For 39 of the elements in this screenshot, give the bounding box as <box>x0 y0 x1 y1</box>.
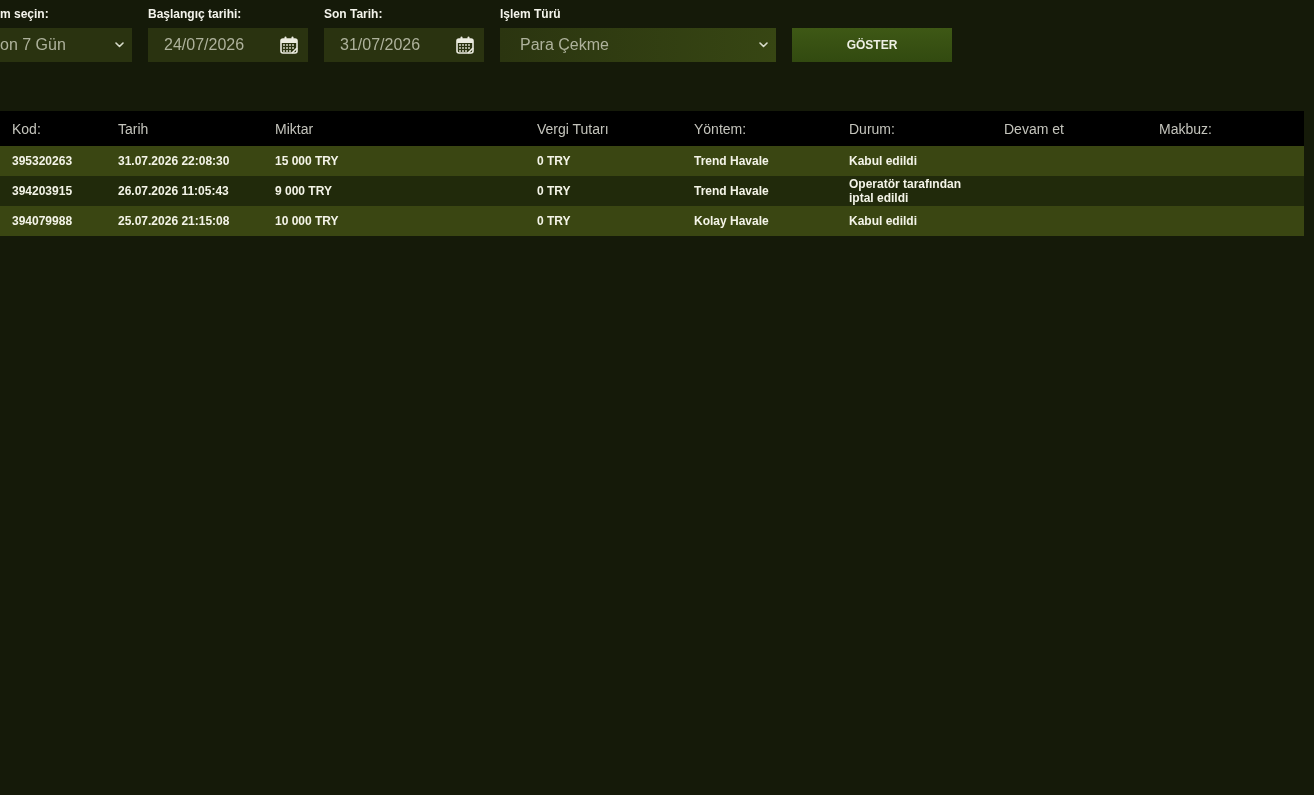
table-cell-text: 0 TRY <box>537 214 572 228</box>
chevron-icon <box>759 42 768 48</box>
column-header: Yöntem: <box>694 120 747 137</box>
table-cell-text: Kabul edildi <box>849 154 918 168</box>
table-cell-text: 15 000 TRY <box>275 154 340 168</box>
column-header: Makbuz: <box>1159 120 1212 137</box>
column-header: Miktar <box>275 120 314 137</box>
date-field[interactable]: 31/07/2026 <box>324 28 484 62</box>
table-cell-text: 9 000 TRY <box>275 184 333 198</box>
table-cell-text: 0 TRY <box>537 154 572 168</box>
dropdown[interactable]: on 7 Gün <box>0 28 132 62</box>
show-button[interactable]: GÖSTER <box>792 28 952 62</box>
table-cell-text: Kabul edildi <box>849 214 918 228</box>
table-cell-text: 10 000 TRY <box>275 214 340 228</box>
column-header: Tarih <box>118 120 149 137</box>
filter-label: Başlangıç tarihi: <box>148 6 242 22</box>
table-cell-text: Operatör tarafından iptal edildi <box>849 177 963 205</box>
column-header: Vergi Tutarı <box>537 120 609 137</box>
table-cell-text: Trend Havale <box>694 184 770 198</box>
table-cell-text: 25.07.2026 21:15:08 <box>118 214 231 228</box>
table-cell-text: 26.07.2026 11:05:43 <box>118 184 230 198</box>
column-header: Kod: <box>12 120 41 137</box>
calendar-icon <box>280 36 298 54</box>
table-cell-text: 395320263 <box>12 154 74 168</box>
table-cell-text: Trend Havale <box>694 154 770 168</box>
table-cell-text: 394203915 <box>12 184 74 198</box>
table-cell-text: 394079988 <box>12 214 74 228</box>
table-cell-text: 0 TRY <box>537 184 572 198</box>
column-header: Devam et <box>1004 120 1064 137</box>
filter-label: Son Tarih: <box>324 6 383 22</box>
chevron-icon <box>115 42 124 48</box>
table-cell-text: 31.07.2026 22:08:30 <box>118 154 231 168</box>
column-header: Durum: <box>849 120 895 137</box>
dropdown[interactable]: Para Çekme <box>500 28 776 62</box>
date-field[interactable]: 24/07/2026 <box>148 28 308 62</box>
calendar-icon <box>456 36 474 54</box>
filter-label: Işlem Türü <box>500 6 561 22</box>
table-cell-text: Kolay Havale <box>694 214 770 228</box>
filter-label: m seçin: <box>0 6 49 22</box>
